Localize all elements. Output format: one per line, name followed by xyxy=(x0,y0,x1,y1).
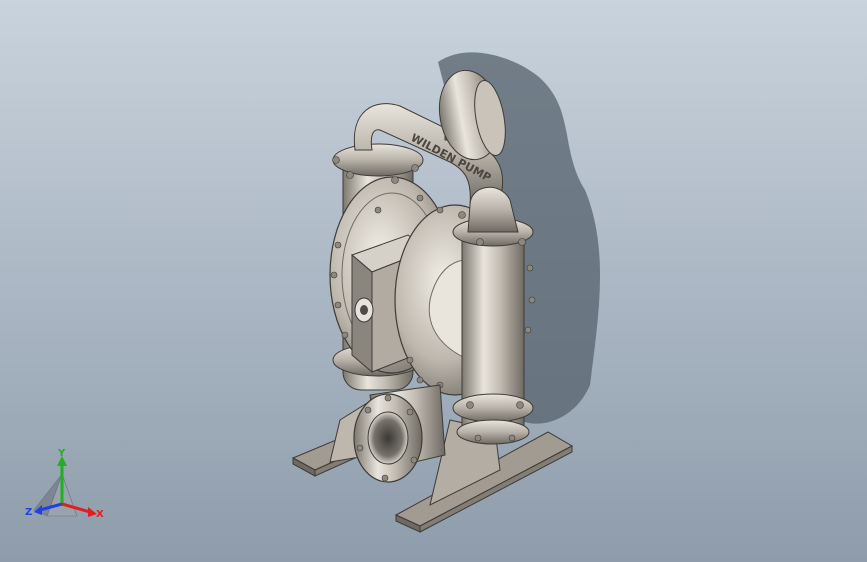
z-axis-label: Z xyxy=(25,507,32,518)
model-view[interactable]: WILDEN PUMP xyxy=(0,0,867,562)
y-axis-label: Y xyxy=(57,448,66,459)
orientation-triad[interactable]: Y X Z xyxy=(22,444,112,534)
inlet-flange xyxy=(353,384,446,483)
graphics-viewport[interactable]: WILDEN PUMP Y X Z xyxy=(0,0,867,562)
x-axis-label: X xyxy=(96,509,104,520)
